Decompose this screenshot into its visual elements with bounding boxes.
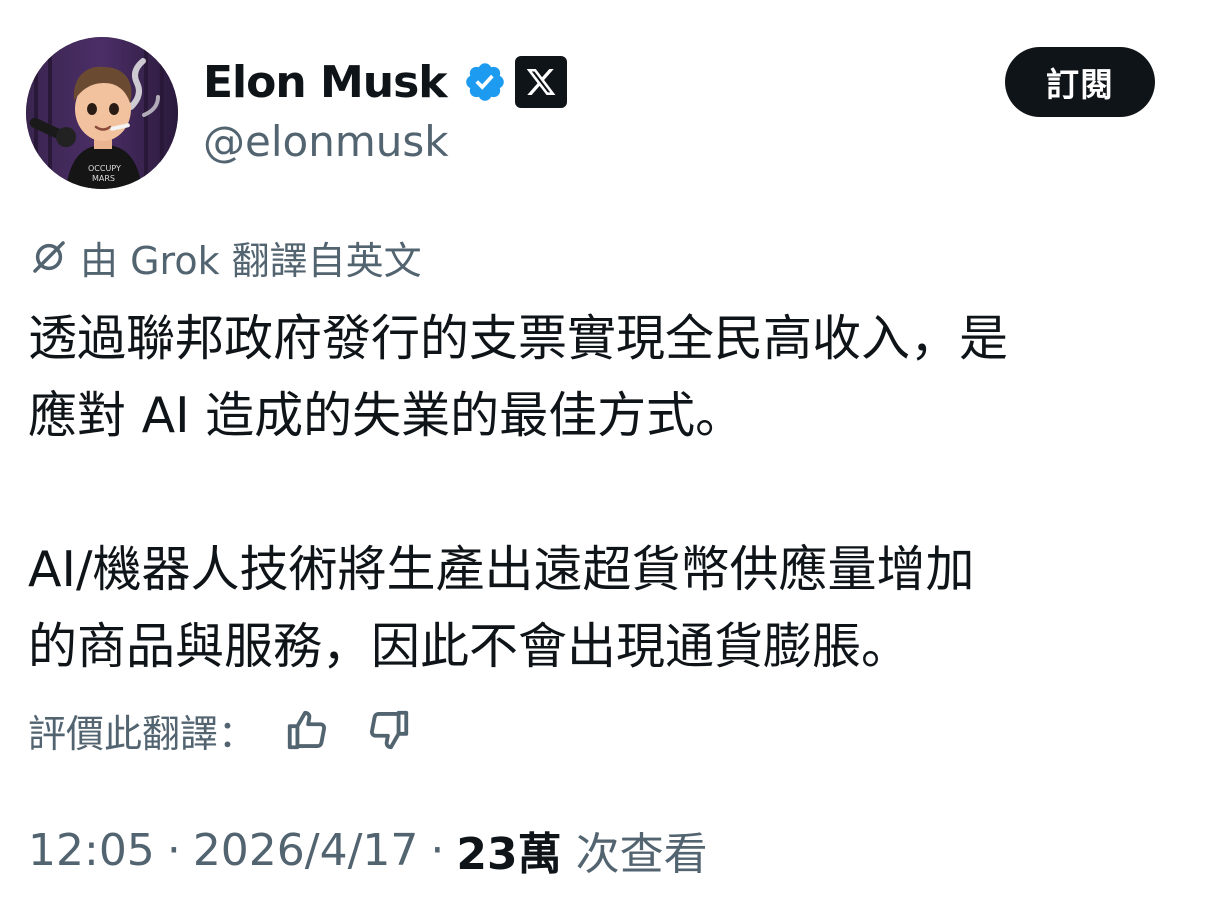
rate-translation-label: 評價此翻譯： — [28, 711, 257, 756]
tweet-date[interactable]: 2026/4/17 — [193, 825, 419, 876]
tweet-line: AI/機器人技術將生產出遠超貨幣供應量增加 — [28, 541, 975, 598]
tweet-line: 的商品與服務，因此不會出現通貨膨脹。 — [28, 618, 911, 675]
svg-text:OCCUPY: OCCUPY — [88, 164, 121, 173]
avatar-cartoon-icon: OCCUPY MARS — [26, 37, 178, 189]
author-handle[interactable]: @elonmusk — [203, 117, 449, 166]
thumbs-down-icon[interactable] — [366, 707, 412, 753]
separator-dot: · — [430, 824, 445, 876]
views-count[interactable]: 23萬 — [456, 818, 561, 882]
tweet-detail: OCCUPY MARS Elon Musk @elonmusk 訂閱 由 Gro… — [0, 0, 1206, 923]
tweet-text: 透過聯邦政府發行的支票實現全民高收入，是 應對 AI 造成的失業的最佳方式。 A… — [28, 300, 1188, 685]
translation-attribution: 由 Grok 翻譯自英文 — [28, 232, 422, 283]
author-display-name[interactable]: Elon Musk — [203, 57, 448, 108]
rate-translation: 評價此翻譯： — [28, 702, 412, 758]
tweet-line: 透過聯邦政府發行的支票實現全民高收入，是 — [28, 310, 1009, 367]
thumbs-up-icon[interactable] — [284, 707, 330, 753]
tweet-line: 應對 AI 造成的失業的最佳方式。 — [28, 387, 745, 444]
x-logo-icon[interactable] — [514, 56, 567, 108]
author-name-row: Elon Musk — [203, 52, 567, 112]
grok-icon — [33, 241, 65, 273]
svg-text:MARS: MARS — [92, 174, 115, 183]
tweet-time[interactable]: 12:05 — [28, 825, 155, 876]
views-label: 次查看 — [575, 829, 708, 880]
avatar[interactable]: OCCUPY MARS — [26, 37, 178, 189]
subscribe-button[interactable]: 訂閱 — [1005, 47, 1155, 117]
tweet-meta: 12:05 · 2026/4/17 · 23萬 次查看 — [28, 818, 708, 882]
verified-badge-icon[interactable] — [463, 60, 507, 104]
separator-dot: · — [166, 824, 181, 876]
translation-label: 由 Grok 翻譯自英文 — [80, 238, 422, 283]
